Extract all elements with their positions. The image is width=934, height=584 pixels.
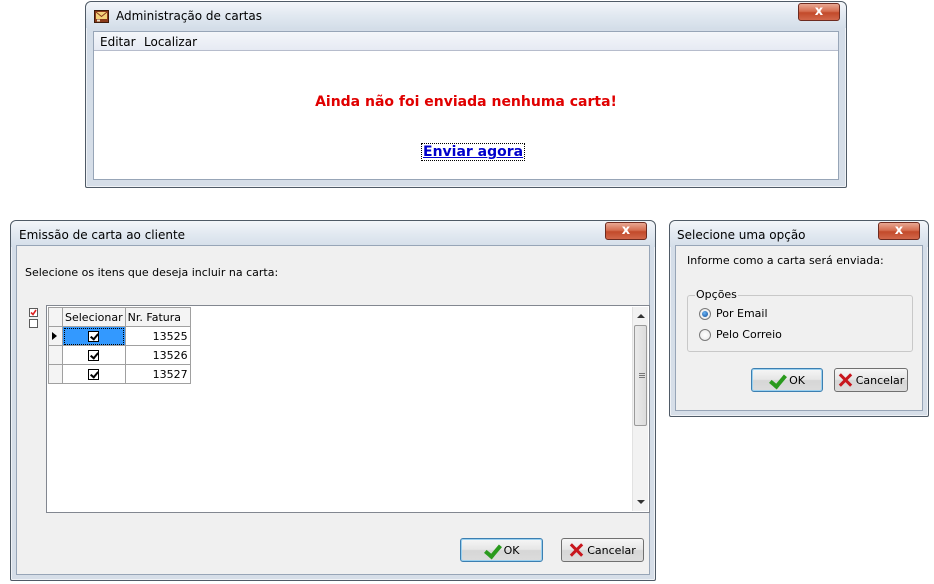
no-letters-message: Ainda não foi enviada nenhuma carta!: [315, 94, 617, 110]
scroll-down-icon[interactable]: [637, 500, 645, 504]
cancel-x-icon: [838, 373, 852, 387]
menu-bar: Editar Localizar: [94, 32, 838, 51]
option-email[interactable]: Por Email: [699, 307, 768, 320]
grid-tools: [29, 308, 41, 338]
row-select-cell[interactable]: [62, 364, 126, 384]
radio-mail[interactable]: [699, 328, 711, 341]
table-header-row: Selecionar Nr. Fatura: [48, 307, 191, 327]
invoice-number: 13526: [124, 345, 191, 365]
option-instructions: Informe como a carta será enviada:: [687, 254, 884, 267]
option-window-title: Selecione uma opção: [677, 228, 806, 242]
grip-line: [639, 373, 645, 374]
invoice-grid: Selecionar Nr. Fatura 13525 13526 13527: [46, 305, 650, 513]
admin-window-title: Administração de cartas: [116, 9, 262, 23]
menu-edit[interactable]: Editar: [100, 35, 136, 49]
ok-check-icon: [484, 543, 500, 557]
row-select-cell[interactable]: [62, 345, 126, 365]
row-indicator: [48, 364, 63, 384]
row-indicator: [48, 326, 63, 346]
grip-line: [639, 375, 645, 376]
send-now-link[interactable]: Enviar agora: [420, 143, 526, 161]
row-checkbox[interactable]: [88, 350, 100, 361]
admin-close-button[interactable]: x: [798, 3, 840, 21]
scroll-thumb[interactable]: [634, 325, 647, 426]
invoice-number: 13525: [124, 326, 191, 346]
admin-window-titlebar[interactable]: Administração de cartas x: [86, 2, 846, 28]
emission-close-button[interactable]: x: [605, 222, 647, 240]
option-ok-label: OK: [789, 373, 805, 387]
option-window-titlebar[interactable]: Selecione uma opção x: [670, 221, 928, 247]
option-mail[interactable]: Pelo Correio: [699, 328, 782, 341]
menu-find[interactable]: Localizar: [144, 35, 197, 49]
row-checkbox[interactable]: [88, 369, 100, 380]
scroll-up-icon[interactable]: [637, 314, 645, 318]
ok-check-icon: [769, 373, 785, 387]
option-email-label: Por Email: [716, 307, 768, 320]
row-indicator-header: [48, 307, 63, 327]
option-cancel-button[interactable]: Cancelar: [834, 368, 908, 392]
emission-ok-button[interactable]: OK: [460, 538, 543, 562]
admin-window: Administração de cartas x Editar Localiz…: [85, 1, 847, 188]
select-none-icon[interactable]: [29, 319, 38, 328]
row-checkbox[interactable]: [88, 331, 100, 342]
emission-window-titlebar[interactable]: Emissão de carta ao cliente x: [11, 221, 655, 247]
option-ok-button[interactable]: OK: [751, 368, 823, 392]
row-select-cell[interactable]: [62, 326, 126, 346]
emission-cancel-label: Cancelar: [587, 543, 636, 557]
emission-cancel-button[interactable]: Cancelar: [561, 538, 644, 562]
check-red-icon: [30, 309, 37, 316]
option-window: Selecione uma opção x Informe como a car…: [669, 220, 929, 417]
emission-window-title: Emissão de carta ao cliente: [19, 228, 186, 242]
option-close-button[interactable]: x: [878, 222, 920, 240]
grip-line: [639, 377, 645, 378]
invoice-table: Selecionar Nr. Fatura 13525 13526 13527: [48, 307, 191, 384]
row-indicator: [48, 345, 63, 365]
emission-ok-label: OK: [503, 543, 520, 557]
letters-app-icon: [94, 10, 109, 23]
current-row-arrow-icon: [52, 332, 57, 340]
col-header-invoice[interactable]: Nr. Fatura: [124, 307, 191, 327]
table-row[interactable]: 13525: [48, 326, 191, 346]
option-window-client: Informe como a carta será enviada: Opçõe…: [675, 245, 923, 411]
options-group: Opções Por Email Pelo Correio: [687, 288, 913, 352]
emission-window: Emissão de carta ao cliente x Selecione …: [10, 220, 656, 581]
col-header-select[interactable]: Selecionar: [62, 307, 126, 327]
grid-vertical-scrollbar[interactable]: [632, 307, 648, 511]
cancel-x-icon: [569, 543, 583, 557]
option-mail-label: Pelo Correio: [716, 328, 782, 341]
invoice-number: 13527: [124, 364, 191, 384]
table-row[interactable]: 13526: [48, 345, 191, 365]
select-all-icon[interactable]: [29, 308, 38, 317]
options-group-label: Opções: [695, 288, 738, 301]
emission-instructions: Selecione os itens que deseja incluir na…: [25, 266, 279, 279]
emission-window-client: Selecione os itens que deseja incluir na…: [16, 245, 650, 575]
radio-email[interactable]: [699, 307, 711, 320]
option-cancel-label: Cancelar: [855, 373, 905, 387]
admin-window-client: Editar Localizar Ainda não foi enviada n…: [93, 31, 839, 180]
table-row[interactable]: 13527: [48, 364, 191, 384]
